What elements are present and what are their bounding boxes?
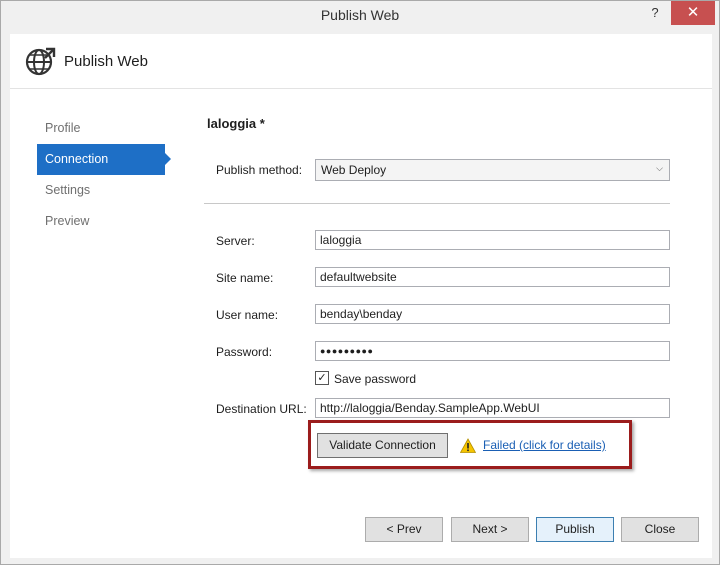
validate-connection-button[interactable]: Validate Connection	[317, 433, 448, 458]
help-button[interactable]: ?	[641, 3, 669, 25]
globe-publish-icon	[25, 47, 56, 76]
destination-url-input[interactable]: http://laloggia/Benday.SampleApp.WebUI	[315, 398, 670, 418]
user-name-label: User name:	[216, 308, 279, 322]
destination-url-label: Destination URL:	[216, 402, 307, 416]
dialog-window: Publish Web ? ✕ Publish Web Profile Conn…	[0, 0, 720, 565]
section-divider	[204, 203, 670, 204]
nav-item-settings[interactable]: Settings	[37, 175, 177, 206]
publish-button[interactable]: Publish	[536, 517, 614, 542]
dialog-header: Publish Web	[10, 34, 712, 89]
warning-icon	[460, 438, 476, 453]
chevron-down-icon: ⌵	[656, 163, 663, 173]
publish-method-label: Publish method:	[216, 163, 303, 177]
next-button[interactable]: Next >	[451, 517, 529, 542]
server-label: Server:	[216, 234, 255, 248]
close-window-button[interactable]: ✕	[671, 1, 715, 25]
save-password-label: Save password	[334, 372, 417, 386]
password-label: Password:	[216, 345, 273, 359]
site-name-input[interactable]: defaultwebsite	[315, 267, 670, 287]
nav-item-preview[interactable]: Preview	[37, 206, 177, 237]
user-name-input[interactable]: benday\benday	[315, 304, 670, 324]
site-name-label: Site name:	[216, 271, 274, 285]
publish-method-value: Web Deploy	[321, 163, 387, 177]
prev-button[interactable]: < Prev	[365, 517, 443, 542]
save-password-checkbox[interactable]: ✓	[315, 371, 329, 385]
close-button[interactable]: Close	[621, 517, 699, 542]
dialog-content: Profile Connection Settings Preview lalo…	[10, 89, 712, 558]
server-input[interactable]: laloggia	[315, 230, 670, 250]
wizard-nav: Profile Connection Settings Preview	[37, 113, 177, 237]
password-input[interactable]: ●●●●●●●●●	[315, 341, 670, 361]
window-title: Publish Web	[320, 7, 400, 23]
nav-item-profile[interactable]: Profile	[37, 113, 177, 144]
nav-item-connection[interactable]: Connection	[37, 144, 171, 175]
header-title: Publish Web	[64, 53, 148, 70]
publish-method-select[interactable]: Web Deploy ⌵	[315, 159, 670, 181]
profile-name: laloggia *	[207, 116, 265, 131]
validation-failed-link[interactable]: Failed (click for details)	[483, 438, 606, 452]
title-bar: Publish Web ? ✕	[1, 1, 719, 31]
